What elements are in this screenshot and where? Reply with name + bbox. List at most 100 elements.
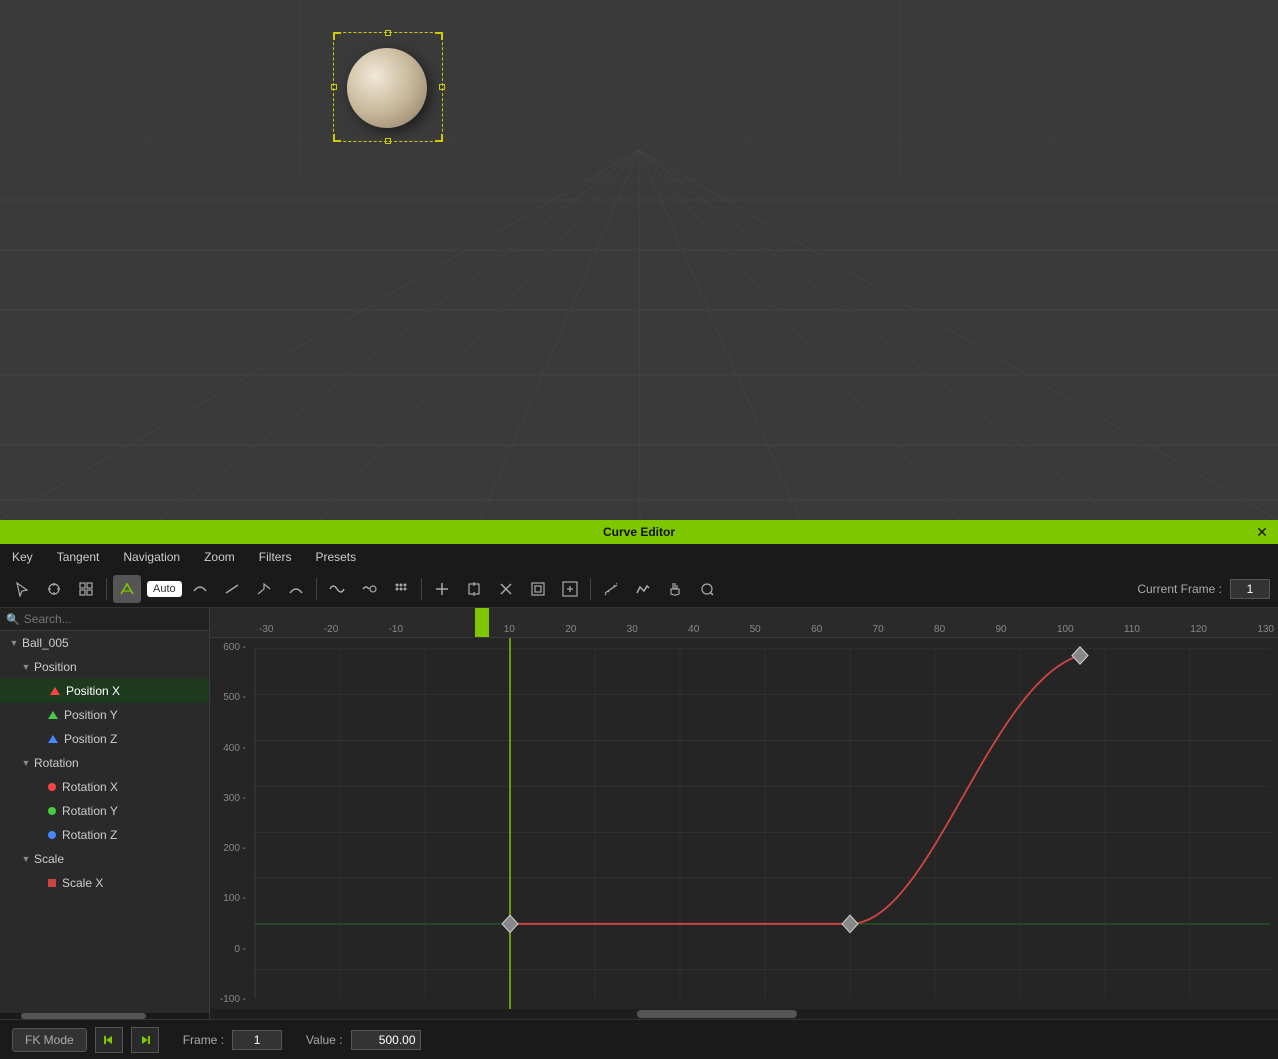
positionz-icon <box>48 735 58 743</box>
region-select-btn[interactable] <box>693 575 721 603</box>
h-scrollbar <box>210 1009 1278 1019</box>
menu-key[interactable]: Key <box>8 548 37 566</box>
tree-item-rotation[interactable]: ▼ Rotation <box>0 751 209 775</box>
tree-item-position[interactable]: ▼ Position <box>0 655 209 679</box>
frame-value-input[interactable] <box>232 1030 282 1050</box>
tree-label-scalex: Scale X <box>62 876 103 890</box>
tree-item-rotation-z[interactable]: Rotation Z <box>0 823 209 847</box>
tangent-break-btn[interactable] <box>597 575 625 603</box>
timeline-ruler: -30 -20 -10 10 20 30 40 50 60 70 80 90 1… <box>210 608 1278 638</box>
tree-label-rotationz: Rotation Z <box>62 828 117 842</box>
tree-item-rotation-y[interactable]: Rotation Y <box>0 799 209 823</box>
tree-item-scale-x[interactable]: Scale X <box>0 871 209 895</box>
scroll-thumb[interactable] <box>21 1013 146 1019</box>
current-frame-input[interactable] <box>1230 579 1270 599</box>
move-tool-btn[interactable] <box>40 575 68 603</box>
view-mode-btn[interactable] <box>629 575 657 603</box>
bake-btn[interactable] <box>355 575 383 603</box>
tree-label-position: Position <box>34 660 77 674</box>
linear-btn[interactable] <box>250 575 278 603</box>
ruler-spacer <box>210 624 255 635</box>
positionx-icon <box>50 687 60 695</box>
tick-20: 20 <box>565 624 576 635</box>
main-content: 🔍 ▼ Ball_005 ▼ Position Position X <box>0 608 1278 1019</box>
h-scroll-thumb[interactable] <box>637 1010 797 1018</box>
add-key-btn[interactable] <box>428 575 456 603</box>
tick--10: -10 <box>389 624 403 635</box>
curve-area[interactable]: 600 - 500 - 400 - 300 - 200 - 100 - 0 - … <box>210 638 1278 1009</box>
tree-label-positionz: Position Z <box>64 732 117 746</box>
tree-arrow-scale: ▼ <box>20 853 32 865</box>
corner-tl <box>333 32 341 40</box>
tree-area: ▼ Ball_005 ▼ Position Position X Positio… <box>0 631 209 1013</box>
selection-box <box>333 32 443 142</box>
corner-br <box>435 134 443 142</box>
select-tool-btn[interactable] <box>8 575 36 603</box>
handle-ml[interactable] <box>331 84 337 90</box>
prev-key-button[interactable] <box>95 1027 123 1053</box>
tick-30: 30 <box>627 624 638 635</box>
delete-key-btn[interactable] <box>492 575 520 603</box>
tree-arrow-rotation: ▼ <box>20 757 32 769</box>
tick-10: 10 <box>504 624 515 635</box>
toolbar-sep-4 <box>590 578 591 600</box>
search-input[interactable] <box>24 612 203 626</box>
rotationy-dot <box>48 807 56 815</box>
bottom-bar: FK Mode Frame : Value : <box>0 1019 1278 1059</box>
playhead-ruler[interactable] <box>475 608 489 637</box>
viewport-3d <box>0 0 1278 520</box>
curve-svg <box>210 638 1278 1009</box>
search-icon: 🔍 <box>6 613 20 626</box>
pan-tool-btn[interactable] <box>661 575 689 603</box>
curve-editor-title: Curve Editor <box>603 525 675 539</box>
snap-btn[interactable] <box>460 575 488 603</box>
menu-zoom[interactable]: Zoom <box>200 548 239 566</box>
dots-tool-btn[interactable] <box>387 575 415 603</box>
auto-tangent-btn[interactable] <box>113 575 141 603</box>
handle-bm[interactable] <box>385 138 391 144</box>
tree-label-rotation: Rotation <box>34 756 79 770</box>
tick-40: 40 <box>688 624 699 635</box>
rotationx-dot <box>48 783 56 791</box>
menu-filters[interactable]: Filters <box>255 548 296 566</box>
close-button[interactable]: ✕ <box>1254 524 1270 540</box>
handle-mr[interactable] <box>439 84 445 90</box>
tick--20: -20 <box>324 624 338 635</box>
ease-in-btn[interactable] <box>218 575 246 603</box>
frame-selected-btn[interactable] <box>524 575 552 603</box>
rotationz-dot <box>48 831 56 839</box>
value-input[interactable] <box>351 1030 421 1050</box>
handle-tm[interactable] <box>385 30 391 36</box>
tree-label-rotationy: Rotation Y <box>62 804 118 818</box>
step-btn[interactable] <box>282 575 310 603</box>
menu-presets[interactable]: Presets <box>311 548 360 566</box>
zoom-fit-btn[interactable] <box>556 575 584 603</box>
menu-tangent[interactable]: Tangent <box>53 548 104 566</box>
smooth-tangent-btn[interactable] <box>186 575 214 603</box>
tree-item-position-z[interactable]: Position Z <box>0 727 209 751</box>
tree-item-ball005[interactable]: ▼ Ball_005 <box>0 631 209 655</box>
layer-tool-btn[interactable] <box>72 575 100 603</box>
tree-item-position-y[interactable]: Position Y <box>0 703 209 727</box>
positiony-icon <box>48 711 58 719</box>
frame-label: Frame : <box>183 1033 224 1047</box>
toolbar-sep-3 <box>421 578 422 600</box>
menu-navigation[interactable]: Navigation <box>119 548 184 566</box>
tree-item-scale[interactable]: ▼ Scale <box>0 847 209 871</box>
tree-label-positionx: Position X <box>66 684 120 698</box>
tick-80: 80 <box>934 624 945 635</box>
fk-mode-button[interactable]: FK Mode <box>12 1028 87 1052</box>
toolbar-sep-1 <box>106 578 107 600</box>
keyframe-3[interactable] <box>1072 647 1088 664</box>
tree-item-position-x[interactable]: Position X <box>0 679 209 703</box>
curve-editor-panel: -30 -20 -10 10 20 30 40 50 60 70 80 90 1… <box>210 608 1278 1019</box>
tick-60: 60 <box>811 624 822 635</box>
tree-arrow-ball005: ▼ <box>8 637 20 649</box>
curve-editor-titlebar: Curve Editor ✕ <box>0 520 1278 544</box>
tick-70: 70 <box>873 624 884 635</box>
sine-wave-btn[interactable] <box>323 575 351 603</box>
keyframe-1[interactable] <box>502 915 518 932</box>
tree-item-rotation-x[interactable]: Rotation X <box>0 775 209 799</box>
next-key-button[interactable] <box>131 1027 159 1053</box>
keyframe-2[interactable] <box>842 915 858 932</box>
